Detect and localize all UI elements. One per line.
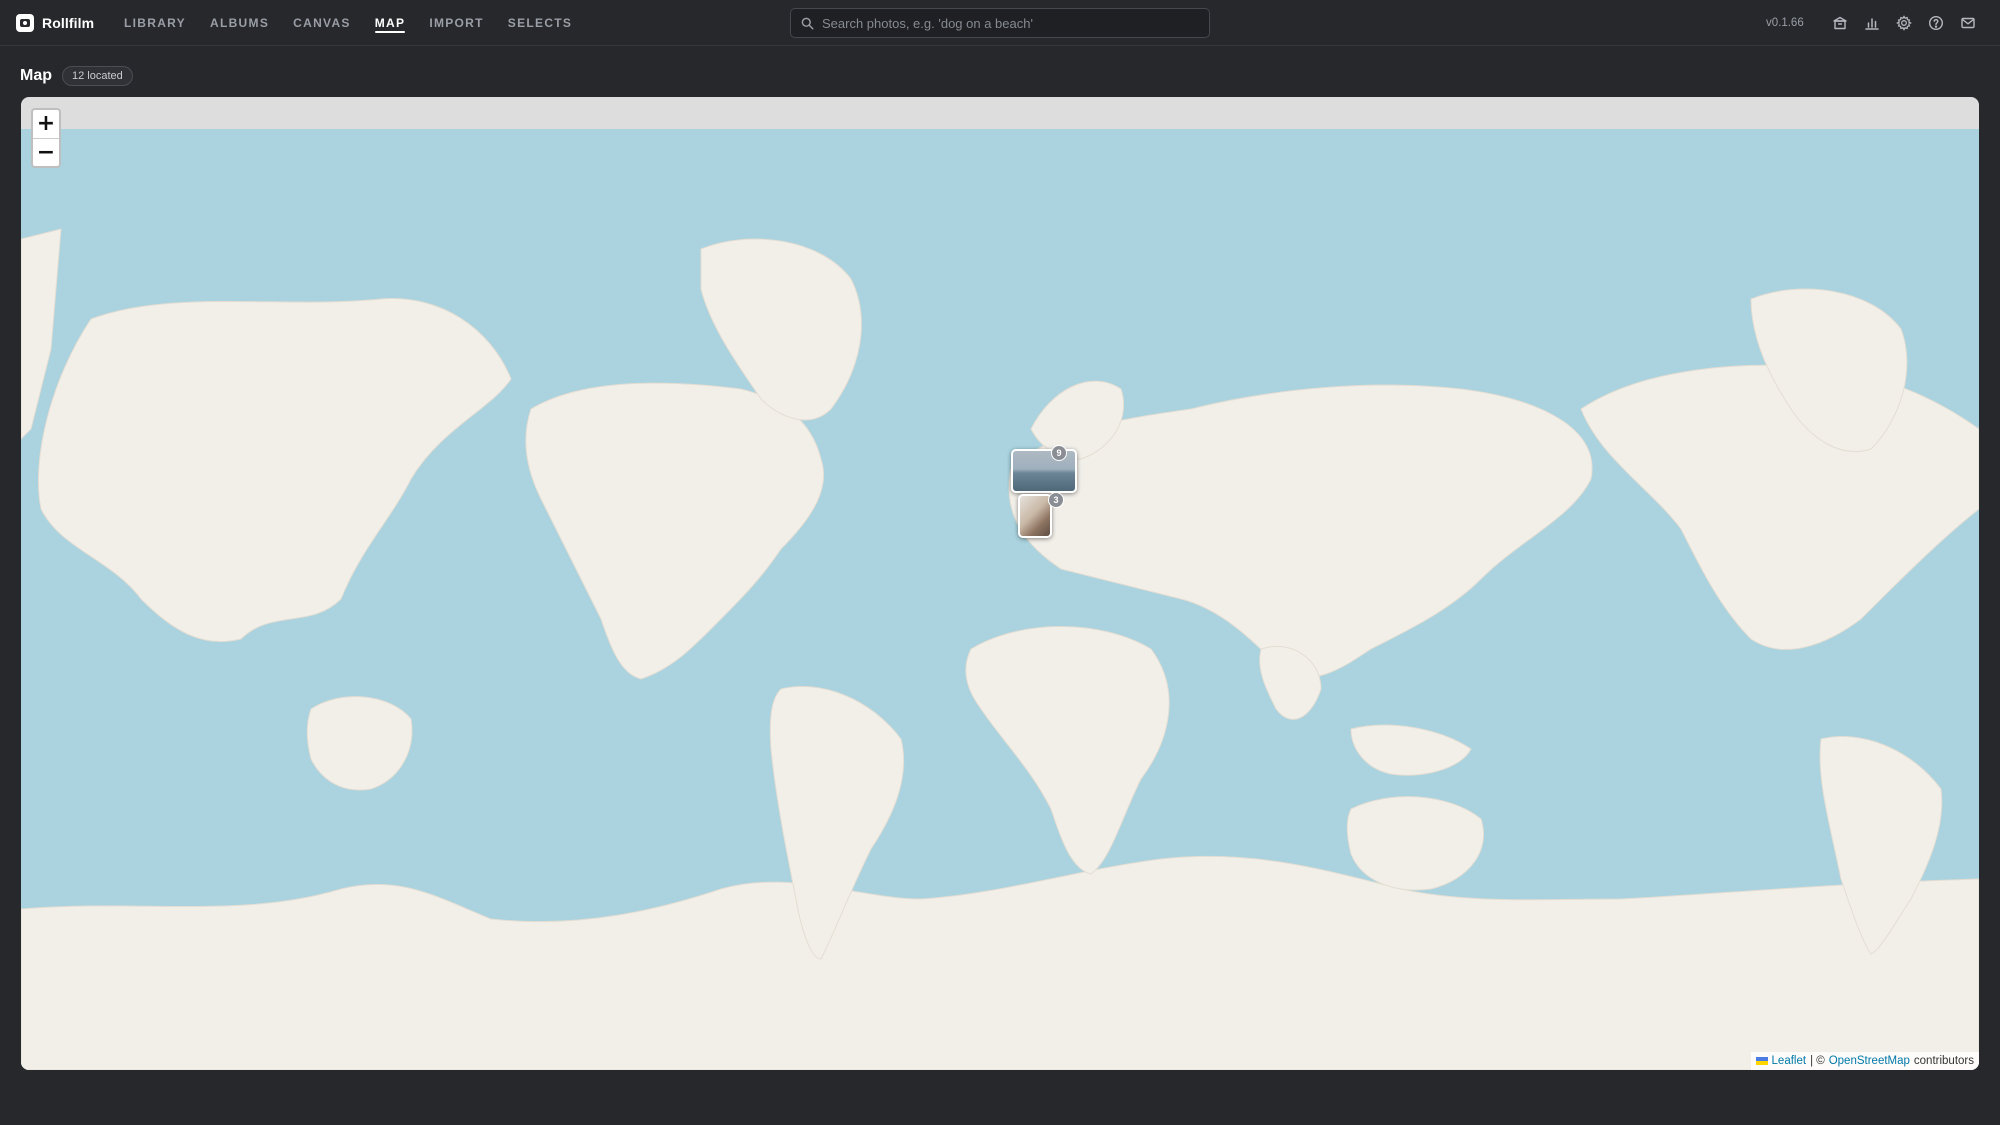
zoom-control: + − <box>31 108 61 168</box>
nav-import[interactable]: IMPORT <box>417 0 495 46</box>
mail-icon[interactable] <box>1958 13 1978 33</box>
leaflet-link[interactable]: Leaflet <box>1772 1055 1807 1067</box>
photo-cluster-marker[interactable]: 9 <box>1011 445 1077 493</box>
rollfilm-logo-icon <box>16 14 34 32</box>
nav-map[interactable]: MAP <box>363 0 418 46</box>
cluster-count-badge: 3 <box>1048 492 1064 508</box>
world-map-tiles[interactable] <box>21 129 1979 1070</box>
attribution-separator: | © <box>1810 1055 1825 1067</box>
nav-canvas[interactable]: CANVAS <box>281 0 363 46</box>
search-box[interactable] <box>790 8 1210 38</box>
nav-selects[interactable]: SELECTS <box>496 0 584 46</box>
settings-gear-icon[interactable] <box>1894 13 1914 33</box>
openstreetmap-link[interactable]: OpenStreetMap <box>1829 1055 1910 1067</box>
ukraine-flag-icon <box>1755 1057 1768 1065</box>
brand[interactable]: Rollfilm <box>16 0 94 46</box>
help-icon[interactable] <box>1926 13 1946 33</box>
zoom-in-button[interactable]: + <box>33 110 59 138</box>
map-attribution: Leaflet | © OpenStreetMap contributors <box>1750 1052 1979 1070</box>
search-icon <box>801 17 814 30</box>
cluster-thumbnail <box>1020 496 1050 536</box>
page-title: Map <box>20 67 52 84</box>
attribution-suffix: contributors <box>1913 1055 1974 1067</box>
map-view[interactable]: + − 9 3 Leaflet | © OpenStreetMap contri… <box>21 97 1979 1070</box>
main-nav: LIBRARY ALBUMS CANVAS MAP IMPORT SELECTS <box>112 0 584 46</box>
search-input[interactable] <box>822 15 1209 31</box>
located-count-badge: 12 located <box>62 66 133 86</box>
page-header: Map 12 located <box>20 64 133 88</box>
nav-library[interactable]: LIBRARY <box>112 0 198 46</box>
version-label: v0.1.66 <box>1766 17 1804 29</box>
cluster-count-badge: 9 <box>1051 445 1067 461</box>
archive-icon[interactable] <box>1830 13 1850 33</box>
stats-chart-icon[interactable] <box>1862 13 1882 33</box>
zoom-out-button[interactable]: − <box>33 138 59 166</box>
nav-albums[interactable]: ALBUMS <box>198 0 281 46</box>
top-bar: Rollfilm LIBRARY ALBUMS CANVAS MAP IMPOR… <box>0 0 2000 46</box>
app-name: Rollfilm <box>42 15 95 31</box>
photo-cluster-marker[interactable]: 3 <box>1018 492 1064 538</box>
toolbar-icons <box>1830 0 1978 46</box>
